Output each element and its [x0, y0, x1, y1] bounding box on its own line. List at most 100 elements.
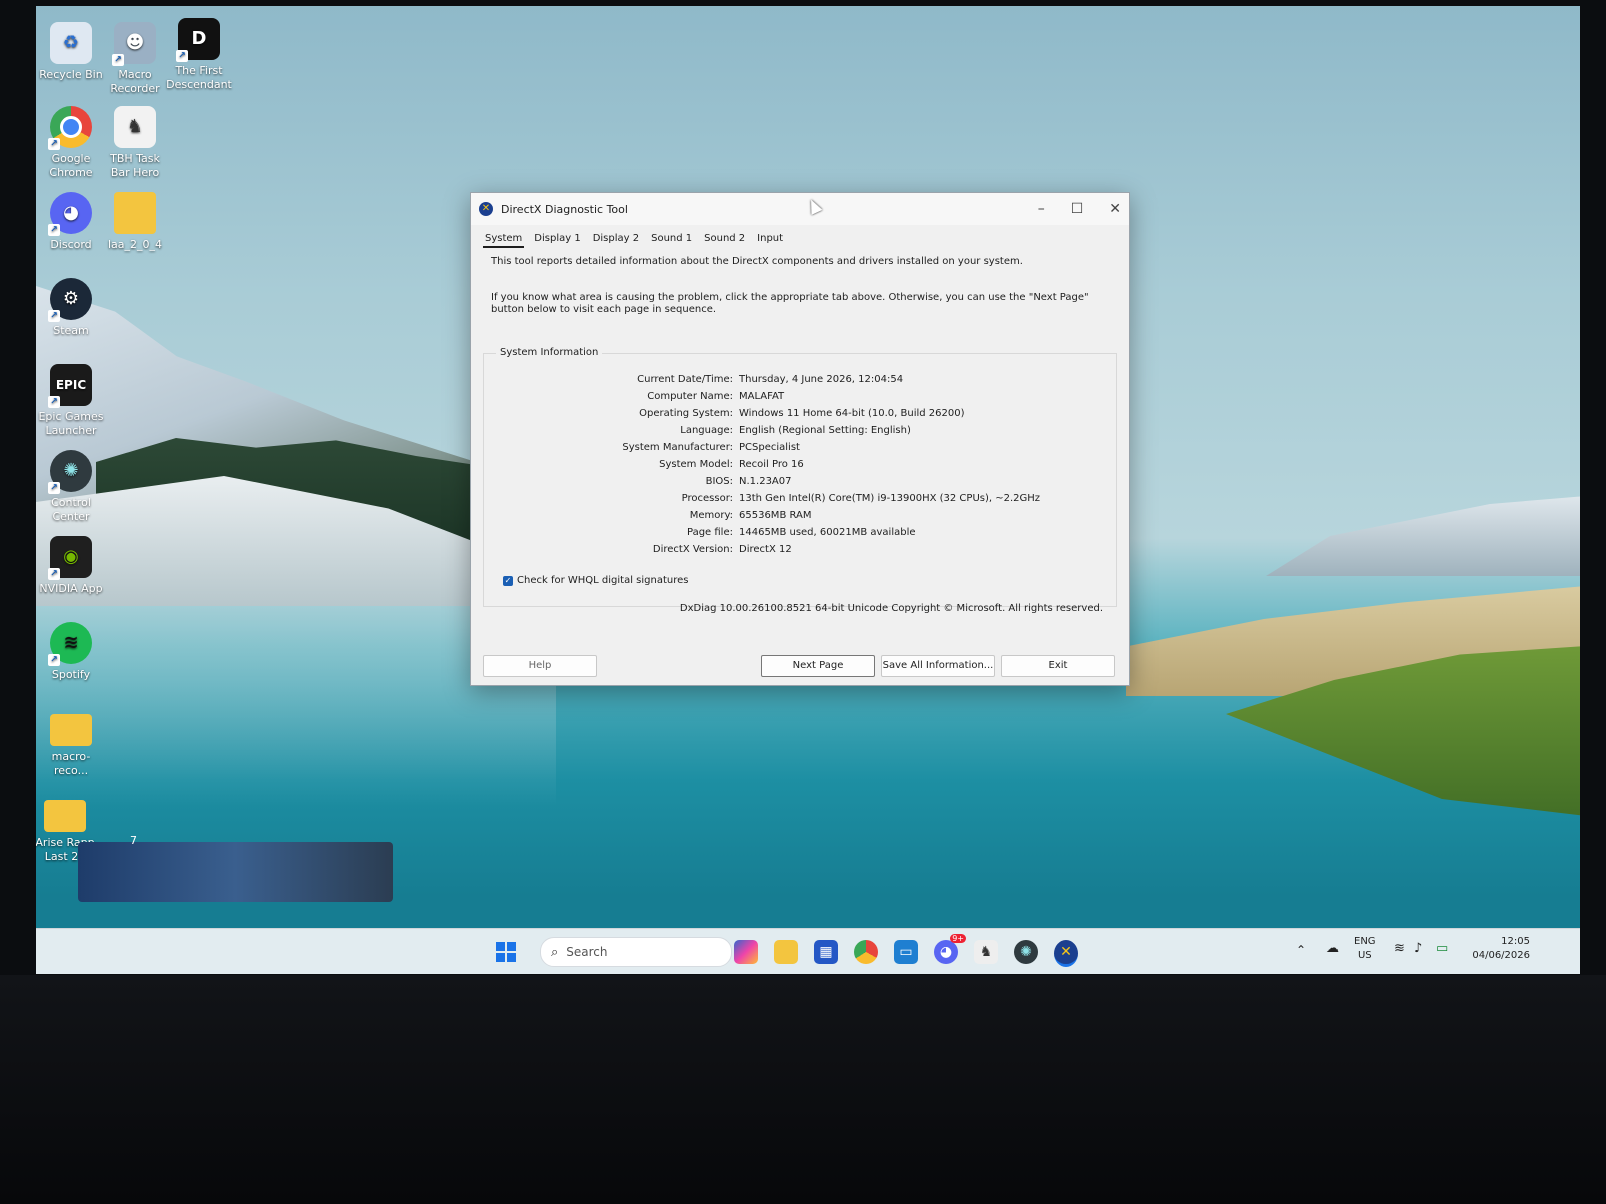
info-key: Operating System: — [639, 408, 733, 419]
tab-display-1[interactable]: Display 1 — [532, 231, 582, 248]
directx-icon[interactable]: ✕ — [1054, 940, 1078, 967]
nvidia-icon: ◉ ↗ — [48, 536, 92, 580]
file-explorer-icon[interactable] — [774, 940, 798, 964]
desktop-icon-label: Macro Recorder — [110, 68, 160, 95]
window-title: DirectX Diagnostic Tool — [501, 202, 628, 216]
folder-icon — [114, 192, 156, 234]
desktop-icon-epic-games[interactable]: EPIC ↗ Epic Games Launcher — [36, 364, 106, 438]
info-value: PCSpecialist — [739, 442, 800, 453]
remote-desktop-icon[interactable]: ▭ — [894, 940, 918, 964]
desktop-icon-macro-recorder[interactable]: ☻ ↗ Macro Recorder — [100, 22, 170, 96]
language-indicator[interactable]: ENG US — [1354, 935, 1376, 963]
info-row: Memory: 65536MB RAM — [484, 510, 1116, 527]
discord-icon[interactable]: ◕ 9+ — [934, 934, 966, 964]
info-value: DirectX 12 — [739, 544, 792, 555]
dxdiag-window: ✕ DirectX Diagnostic Tool – ☐ ✕ System D… — [470, 192, 1130, 686]
desktop-icon-macro-reco-folder[interactable]: macro-reco... — [36, 708, 106, 778]
desktop-icon-discord[interactable]: ◕ ↗ Discord — [36, 192, 106, 252]
wallpaper-mountain-right — [1266, 496, 1580, 576]
next-page-button[interactable]: Next Page — [761, 655, 875, 677]
steam-icon: ⚙ ↗ — [48, 278, 92, 322]
info-value: Thursday, 4 June 2026, 12:04:54 — [739, 374, 904, 385]
tab-input[interactable]: Input — [755, 231, 785, 248]
info-value: N.1.23A07 — [739, 476, 792, 487]
whql-checkbox-row[interactable]: ✓ Check for WHQL digital signatures — [503, 575, 688, 586]
taskbar-search-box[interactable]: ⌕ Search — [540, 937, 732, 967]
chrome-icon[interactable] — [854, 940, 878, 964]
info-key: Current Date/Time: — [637, 374, 733, 385]
system-information-group: System Information Current Date/Time: Thu… — [483, 347, 1117, 607]
tab-sound-1[interactable]: Sound 1 — [649, 231, 694, 248]
group-title: System Information — [496, 347, 603, 358]
desktop-icon-laa-folder[interactable]: laa_2_0_4 — [100, 192, 170, 252]
help-button[interactable]: Help — [483, 655, 597, 677]
info-value: 65536MB RAM — [739, 510, 812, 521]
tab-sound-2[interactable]: Sound 2 — [702, 231, 747, 248]
tab-display-2[interactable]: Display 2 — [591, 231, 641, 248]
desktop-icon-task-bar-hero[interactable]: ♞ TBH Task Bar Hero — [100, 106, 170, 180]
directx-icon: ✕ — [479, 202, 493, 216]
clock-date: 04/06/2026 — [1472, 950, 1530, 961]
start-button[interactable] — [494, 940, 518, 964]
info-value: Recoil Pro 16 — [739, 459, 804, 470]
desktop-icon-label: Google Chrome — [49, 152, 93, 179]
desktop-icon-label: Spotify — [51, 668, 91, 681]
keyboard-layout: US — [1357, 950, 1372, 961]
battery-icon[interactable]: ▭ — [1436, 942, 1448, 956]
checkmark-icon[interactable]: ✓ — [503, 575, 513, 586]
info-row: Language: English (Regional Setting: Engl… — [484, 425, 1116, 442]
search-placeholder: Search — [566, 945, 608, 959]
info-key: BIOS: — [705, 476, 733, 487]
info-value: English (Regional Setting: English) — [739, 425, 911, 436]
task-bar-hero-icon[interactable]: ♞ — [974, 940, 998, 964]
desktop-icon-label: NVIDIA App — [39, 582, 103, 595]
the-first-descendant-icon: D ↗ — [176, 18, 220, 62]
clock[interactable]: 12:05 04/06/2026 — [1466, 935, 1530, 963]
desktop-icon-the-first-descendant[interactable]: D ↗ The First Descendant — [164, 18, 234, 92]
info-row: System Manufacturer: PCSpecialist — [484, 442, 1116, 459]
desktop-icon-nvidia[interactable]: ◉ ↗ NVIDIA App — [36, 536, 106, 596]
control-center-icon[interactable]: ✺ — [1014, 940, 1038, 964]
chrome-icon: ↗ — [48, 106, 92, 150]
desktop-icon-label: The First Descendant — [166, 64, 232, 91]
search-icon: ⌕ — [551, 944, 559, 960]
save-all-information-button[interactable]: Save All Information... — [881, 655, 995, 677]
task-bar-hero-icon: ♞ — [114, 106, 156, 148]
task-bar-hero-game-overlay[interactable]: 7 — [78, 834, 393, 902]
info-key: Page file: — [687, 527, 733, 538]
info-key: DirectX Version: — [652, 544, 733, 555]
taskbar: ⌕ Search ▦ ▭ ◕ 9+ ♞ ✺ ✕ ⌃ ☁ ENG US ≋ ♪ ▭… — [36, 928, 1580, 974]
spotify-icon: ≋ ↗ — [48, 622, 92, 666]
intro-paragraph: This tool reports detailed information a… — [491, 256, 1023, 267]
folder-icon — [50, 714, 92, 746]
tab-strip: System Display 1 Display 2 Sound 1 Sound… — [471, 225, 1129, 248]
wifi-icon[interactable]: ≋ — [1394, 942, 1405, 956]
info-row: Current Date/Time: Thursday, 4 June 2026,… — [484, 374, 1116, 391]
microsoft-store-icon[interactable]: ▦ — [814, 940, 838, 964]
close-icon[interactable]: ✕ — [1109, 201, 1121, 217]
info-row: Page file: 14465MB used, 60021MB availabl… — [484, 527, 1116, 544]
desktop-icon-google-chrome[interactable]: ↗ Google Chrome — [36, 106, 106, 180]
show-hidden-icons-chevron-icon[interactable]: ⌃ — [1296, 943, 1306, 957]
copilot-icon[interactable] — [734, 940, 758, 964]
exit-button[interactable]: Exit — [1001, 655, 1115, 677]
folder-icon — [44, 800, 86, 832]
info-value: Windows 11 Home 64-bit (10.0, Build 2620… — [739, 408, 965, 419]
tab-system[interactable]: System — [483, 231, 525, 248]
recycle-bin-icon: ♻ — [50, 22, 92, 64]
info-key: Processor: — [681, 493, 733, 504]
onedrive-icon[interactable]: ☁ — [1326, 942, 1339, 956]
language-code: ENG — [1354, 936, 1376, 947]
desktop-icon-recycle-bin[interactable]: ♻ Recycle Bin — [36, 22, 106, 82]
desktop-icon-control-center[interactable]: ✺ ↗ Control Center — [36, 450, 106, 524]
volume-icon[interactable]: ♪ — [1414, 942, 1422, 956]
minimize-icon[interactable]: – — [1038, 201, 1045, 217]
intro-paragraph: If you know what area is causing the pro… — [491, 292, 1089, 315]
desktop-icon-label: Steam — [53, 324, 89, 337]
maximize-icon[interactable]: ☐ — [1071, 201, 1084, 217]
desktop-icon-steam[interactable]: ⚙ ↗ Steam — [36, 278, 106, 338]
info-row: Operating System: Windows 11 Home 64-bit … — [484, 408, 1116, 425]
title-bar[interactable]: ✕ DirectX Diagnostic Tool – ☐ ✕ — [471, 193, 1129, 225]
desktop-icon-spotify[interactable]: ≋ ↗ Spotify — [36, 622, 106, 682]
info-key: System Model: — [659, 459, 733, 470]
